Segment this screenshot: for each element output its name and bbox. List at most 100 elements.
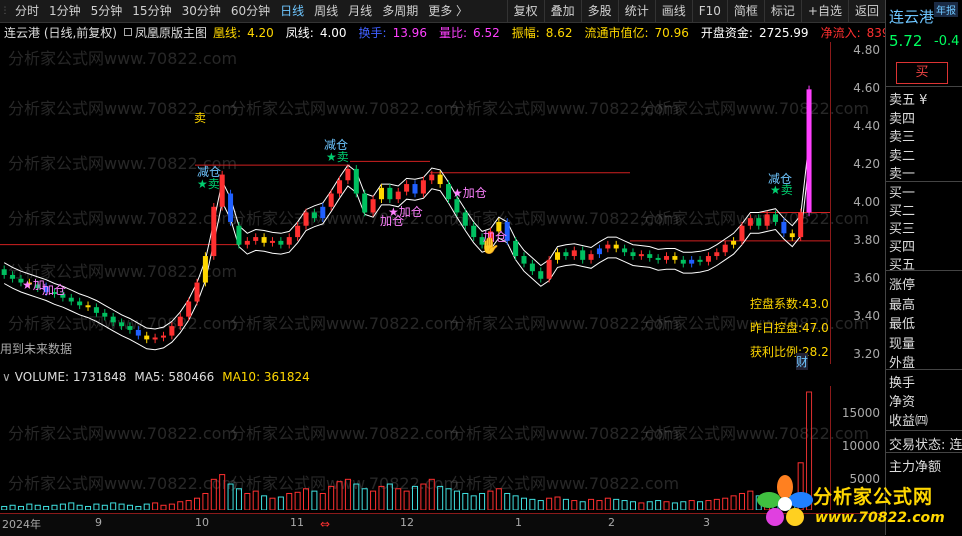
buy-button[interactable]: 买 [896,62,948,84]
flower-logo-icon [757,475,813,526]
toolbar-button-7[interactable]: 标记 [763,0,801,22]
price-tick: 3.80 [853,232,880,247]
period-tab-7[interactable]: 周线 [309,0,343,22]
indicator-name[interactable]: 凤凰原版主图 [135,24,207,41]
candle-body [127,326,133,330]
open-fund-label: 开盘资金: [700,25,753,40]
period-tab-10[interactable]: 更多 〉 [423,0,473,22]
volume-bar [697,501,704,510]
volume-bar [537,500,544,510]
candle-body [756,218,762,226]
candle-body [747,218,753,226]
annual-report-tag[interactable]: 年报 [934,2,958,17]
volume-bar [269,497,276,510]
scroll-arrows-icon[interactable]: ⇔ [320,517,330,531]
candle-body [353,168,359,194]
signal-sell-top: 卖 [194,111,207,125]
price-tick: 3.20 [853,346,880,361]
candle-body [119,322,125,327]
period-tab-9[interactable]: 多周期 [377,0,423,22]
period-tab-4[interactable]: 30分钟 [177,0,226,22]
period-tab-6[interactable]: 日线 [275,0,309,22]
period-tab-8[interactable]: 月线 [343,0,377,22]
volume-bar [202,492,209,510]
volume-bar [596,500,603,510]
price-tick: 4.80 [853,43,880,58]
signal-cai-badge[interactable]: 财 [796,353,809,370]
period-tab-1[interactable]: 1分钟 [44,0,86,22]
candle-body [672,256,678,260]
quote-stat-3: 现量 [889,336,916,352]
candle-body [664,256,670,260]
volume-ma10: MA10: 361824 [222,370,310,384]
volume-bar [638,502,645,510]
toolbar-button-9[interactable]: 返回 [847,0,885,22]
candle-body [278,240,284,245]
candle-body [446,184,452,200]
close-square-icon[interactable] [123,25,133,39]
candle-body [378,187,384,200]
volume-bar [286,492,293,510]
candle-body [160,335,166,338]
volratio-label: 量比: [438,25,467,40]
volume-bar [495,488,502,510]
time-tick: 2 [608,516,615,529]
toolbar-button-4[interactable]: 画线 [654,0,692,22]
volume-bar [110,502,117,510]
open-fund-value: 2725.99 [758,25,809,40]
candle-body [194,282,200,302]
candle-body [739,225,745,241]
volume-bar [17,505,24,510]
candle-body [513,240,519,257]
time-tick: 11 [290,516,304,529]
volume-chart[interactable] [0,386,830,510]
toolbar-button-2[interactable]: 多股 [580,0,618,22]
candle-body [605,244,611,249]
candle-body [236,225,242,245]
candle-body [370,199,376,213]
quote-stock-name: 连云港 [889,8,935,26]
candle-body [311,212,317,219]
toolbar-button-5[interactable]: F10 [691,0,727,22]
candle-body [680,259,686,264]
volume-bar [9,504,16,510]
volume-bar [529,498,536,510]
candle-body [714,252,720,257]
candle-body [429,174,435,181]
toolbar-button-6[interactable]: 简框 [726,0,764,22]
ma-upper-line [3,141,810,330]
volume-bar [604,497,611,510]
volume-bar [420,483,427,510]
period-tab-3[interactable]: 15分钟 [127,0,176,22]
volume-bar [51,504,58,510]
logo-text: 分析家公式网 [813,486,934,508]
candle-body [269,240,275,243]
candle-body [622,248,628,253]
collapse-chevron-icon[interactable]: ∨ [2,370,11,384]
toolbar-button-8[interactable]: +自选 [800,0,848,22]
toolbar-button-1[interactable]: 叠加 [543,0,581,22]
period-tab-5[interactable]: 60分钟 [226,0,275,22]
volume-bar [571,500,578,510]
period-tab-2[interactable]: 5分钟 [86,0,128,22]
volume-bar [168,503,175,510]
volume-bar [143,503,150,510]
price-tick: 4.20 [853,157,880,172]
volume-bar [487,490,494,510]
toolbar-button-3[interactable]: 统计 [617,0,655,22]
stat-label-kongpan: 控盘系数: [750,297,803,311]
quote-change: -0.4 [934,34,960,49]
volume-bar [663,501,670,510]
candle-body [337,180,343,194]
buy-level-1: 买二 [889,204,916,219]
volume-ma5: MA5: 580466 [134,370,215,384]
time-axis[interactable]: ⇔ 2024年 9 10 11 12 1 2 3 [0,513,885,536]
period-tab-0[interactable]: 分时 [10,0,44,22]
toolbar-grip-icon[interactable]: ⋮ [0,0,10,22]
volume-bar [671,502,678,510]
toolbar-button-0[interactable]: 复权 [506,0,544,22]
candle-body [202,256,208,283]
candle-body [1,269,7,275]
candle-body [697,259,703,262]
volume-bar [386,483,393,510]
